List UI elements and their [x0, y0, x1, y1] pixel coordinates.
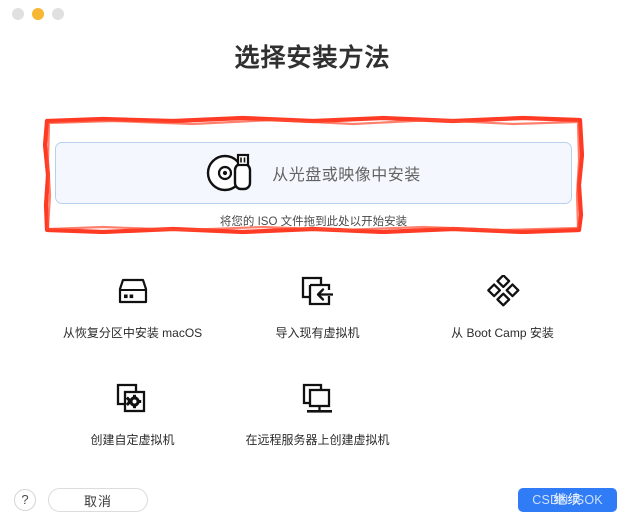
help-button[interactable]: ? [14, 489, 36, 511]
import-vm-icon [298, 272, 338, 312]
custom-vm-gear-icon [113, 379, 153, 419]
disc-and-usb-icon [206, 152, 258, 194]
iso-dropzone-section: 从光盘或映像中安装 将您的 ISO 文件拖到此处以开始安装 [55, 142, 572, 229]
dropzone-hint: 将您的 ISO 文件拖到此处以开始安装 [219, 216, 408, 228]
option-label: 在远程服务器上创建虚拟机 [245, 433, 390, 447]
hard-drive-icon [113, 272, 153, 312]
boot-camp-diamond-icon [483, 272, 523, 312]
cancel-button[interactable]: 取消 [48, 488, 148, 512]
option-label: 从 Boot Camp 安装 [451, 326, 554, 340]
page-title: 选择安装方法 [234, 44, 391, 72]
remote-server-monitor-icon [298, 379, 338, 419]
traffic-light-group [12, 8, 64, 20]
installation-method-window: 选择安装方法 从光盘或映像中安装 将您的 ISO 文件拖到此处以开始安装 从恢复… [0, 0, 625, 524]
option-create-custom-vm[interactable]: 创建自定虚拟机 [40, 379, 225, 448]
continue-button-label: 继续 [553, 492, 582, 507]
option-install-macos-recovery[interactable]: 从恢复分区中安装 macOS [40, 272, 225, 341]
dropzone-label: 从光盘或映像中安装 [272, 167, 421, 184]
option-label: 从恢复分区中安装 macOS [62, 326, 203, 340]
option-create-vm-on-remote-server[interactable]: 在远程服务器上创建虚拟机 [225, 379, 410, 448]
window-titlebar [0, 0, 625, 28]
close-window-button[interactable] [12, 8, 24, 20]
option-label: 导入现有虚拟机 [275, 326, 360, 340]
continue-button[interactable]: 继续 CSDN ISOK [518, 488, 617, 512]
minimize-window-button[interactable] [32, 8, 44, 20]
option-row-secondary: 创建自定虚拟机 在远程服务器上创建虚拟机 [0, 379, 625, 448]
option-install-from-boot-camp[interactable]: 从 Boot Camp 安装 [410, 272, 595, 341]
zoom-window-button[interactable] [52, 8, 64, 20]
option-row-primary: 从恢复分区中安装 macOS 导入现有虚拟机 从 Boot Camp 安装 [0, 272, 625, 341]
option-label: 创建自定虚拟机 [90, 433, 175, 447]
install-from-disc-or-image-button[interactable]: 从光盘或映像中安装 [55, 142, 572, 204]
footer-bar: ? 取消 继续 CSDN ISOK [0, 488, 625, 524]
option-import-existing-vm[interactable]: 导入现有虚拟机 [225, 272, 410, 341]
